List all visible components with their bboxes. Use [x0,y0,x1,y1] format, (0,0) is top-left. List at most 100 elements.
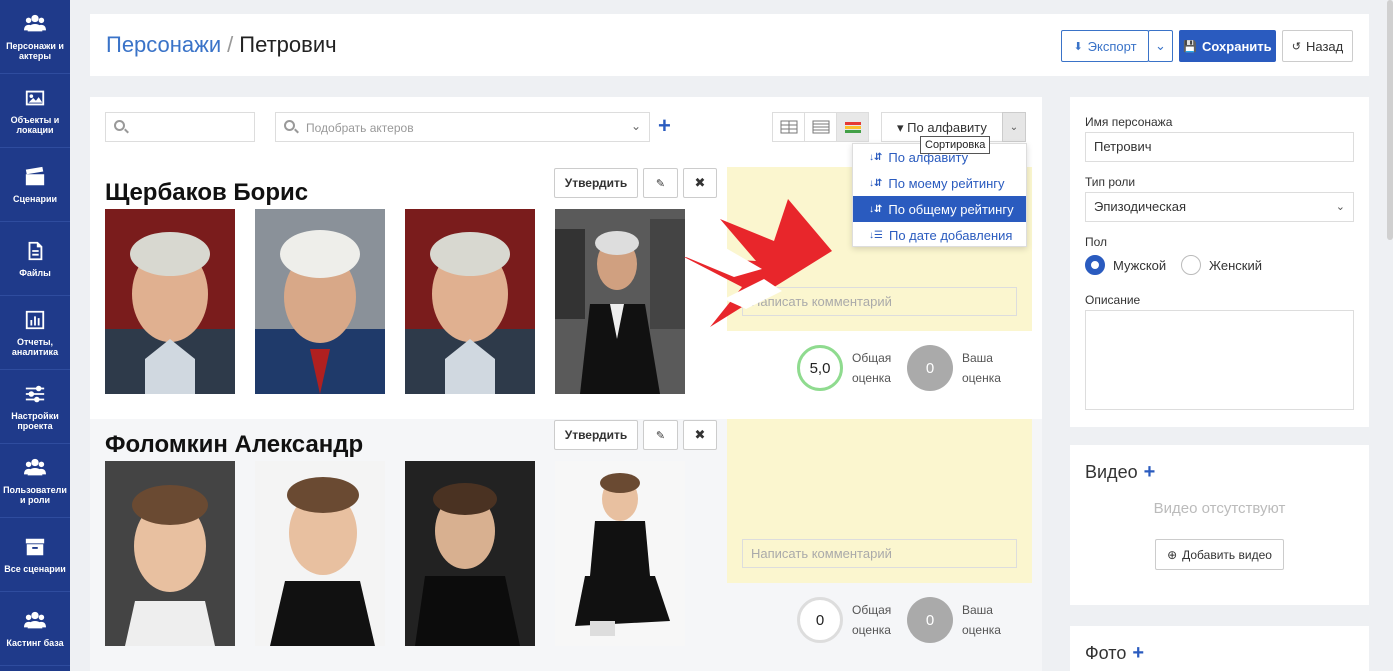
description-textarea[interactable] [1085,310,1354,410]
approve-button[interactable]: Утвердить [554,420,638,450]
my-rating-button[interactable]: 0 [907,345,953,391]
breadcrumb: Персонажи / Петрович [106,32,337,58]
close-icon[interactable]: ✖ [683,420,717,450]
sidebar-item-users[interactable]: Пользователи и роли [0,444,70,518]
file-icon [28,241,43,260]
approve-button[interactable]: Утвердить [554,168,638,198]
close-icon[interactable]: ✖ [683,168,717,198]
sidebar-item-files[interactable]: Файлы [0,222,70,296]
red-arrow-annotation [684,199,832,327]
sort-tooltip: Сортировка [920,136,991,154]
sort-option-label: По общему рейтингу [888,201,1014,217]
sidebar-item-objects[interactable]: Объекты и локации [0,74,70,148]
sort-option-total-rating[interactable]: ↓⇵ По общему рейтингу [853,196,1026,222]
back-button[interactable]: ↺ Назад [1282,30,1353,62]
photo-title: Фото + [1085,642,1144,665]
sidebar-item-label: Все сценарии [4,563,66,574]
breadcrumb-separator: / [227,32,234,57]
caret-down-icon: ▾ [897,120,904,135]
gender-male-label: Мужской [1113,257,1167,273]
video-panel: Видео + Видео отсутствуют ⊕ Добавить видео [1070,445,1369,605]
export-options-button[interactable]: ⌄ [1148,30,1173,62]
color-bars-icon [844,122,861,133]
actor-picker-select[interactable]: Подобрать актеров ⌄ [275,112,650,142]
page-scrollbar[interactable] [1387,0,1393,240]
actor-photo[interactable] [105,209,235,394]
actor-name: Фоломкин Александр [105,431,364,458]
common-rating-label: Общая оценка [852,348,912,388]
save-button[interactable]: 💾 Сохранить [1179,30,1276,62]
sidebar-item-all-scenarios[interactable]: Все сценарии [0,518,70,592]
export-label: Экспорт [1087,38,1137,54]
rating-label-line: оценка [852,623,891,637]
comment-input[interactable]: Написать комментарий [742,539,1017,568]
sidebar-item-label: Объекты и локации [10,114,60,135]
sort-current-value: По алфавиту [907,120,987,135]
chevron-down-icon: ⌄ [1002,112,1026,142]
sidebar-item-label: Настройки проекта [11,410,59,431]
breadcrumb-link-characters[interactable]: Персонажи [106,32,221,57]
sidebar-item-label: Кастинг база [6,637,64,648]
video-title: Видео + [1085,461,1155,484]
add-video-plus-button[interactable]: + [1144,461,1156,483]
sidebar-item-characters[interactable]: Персонажи и актеры [0,0,70,74]
export-button[interactable]: ⬇ Экспорт [1061,30,1149,62]
gender-male-radio[interactable]: Мужской [1085,255,1166,275]
sort-dropdown-label: ▾ По алфавиту [897,120,987,136]
rating-label-line: Ваша [962,351,993,365]
common-rating-badge: 0 [797,597,843,643]
my-rating-label: Ваша оценка [962,600,1022,640]
table-icon [780,120,797,134]
sort-icon: ↓⇵ [869,177,883,189]
plus-circle-icon: ⊕ [1167,547,1178,562]
actors-panel: Подобрать актеров ⌄ + ▾ По алфавиту ⌄ ↓⇵… [90,97,1042,671]
rating-label-line: оценка [962,371,1001,385]
download-icon: ⬇ [1073,40,1083,53]
actor-photo[interactable] [105,461,235,646]
actor-card: Фоломкин Александр Утвердить ✎ ✖ Написат… [90,419,1042,671]
actor-photo[interactable] [405,209,535,394]
sidebar-item-label: Сценарии [12,193,58,204]
role-type-select[interactable]: Эпизодическая ⌄ [1085,192,1354,222]
character-details-panel: Имя персонажа Петрович Тип роли Эпизодич… [1070,97,1369,427]
search-input[interactable] [105,112,255,142]
actor-photo[interactable] [255,209,385,394]
sidebar-item-scenarios[interactable]: Сценарии [0,148,70,222]
radio-unchecked-icon [1181,255,1201,275]
actor-photo[interactable] [255,461,385,646]
add-video-button[interactable]: ⊕ Добавить видео [1155,539,1284,570]
sidebar-item-casting[interactable]: Кастинг база [0,592,70,666]
gender-female-label: Женский [1209,257,1262,273]
gender-female-radio[interactable]: Женский [1181,255,1262,275]
users-icon [24,458,46,475]
view-list-button[interactable] [804,112,837,142]
view-grid-button[interactable] [772,112,805,142]
page-header: Персонажи / Петрович ⬇ Экспорт ⌄ 💾 Сохранить… [90,14,1369,76]
sort-icon: ↓⇵ [869,151,883,163]
floppy-icon: 💾 [1183,40,1198,53]
add-actor-button[interactable]: + [658,113,671,139]
character-name-input[interactable]: Петрович [1085,132,1354,162]
role-type-label: Тип роли [1085,175,1136,189]
sort-menu: ↓⇵ По алфавиту ↓⇵ По моему рейтингу ↓⇵ По о… [852,143,1027,247]
search-icon [114,120,125,131]
rating-label-line: оценка [852,371,891,385]
actor-photo[interactable] [555,461,685,646]
sort-icon: ↓⇵ [869,203,883,215]
actor-photo[interactable] [405,461,535,646]
sidebar-item-reports[interactable]: Отчеты, аналитика [0,296,70,370]
actor-photo[interactable] [555,209,685,394]
sort-option-date-added[interactable]: ↓☰ По дате добавления [853,222,1026,248]
edit-icon[interactable]: ✎ [643,168,678,198]
view-cards-button[interactable] [836,112,869,142]
users-icon [24,611,46,628]
actor-name: Щербаков Борис [105,179,309,206]
add-photo-plus-button[interactable]: + [1132,642,1144,664]
my-rating-button[interactable]: 0 [907,597,953,643]
sort-option-my-rating[interactable]: ↓⇵ По моему рейтингу [853,170,1026,196]
role-type-value: Эпизодическая [1094,199,1186,214]
sidebar-item-settings[interactable]: Настройки проекта [0,370,70,444]
add-video-label: Добавить видео [1182,547,1272,562]
page-title: Петрович [239,32,337,57]
edit-icon[interactable]: ✎ [643,420,678,450]
